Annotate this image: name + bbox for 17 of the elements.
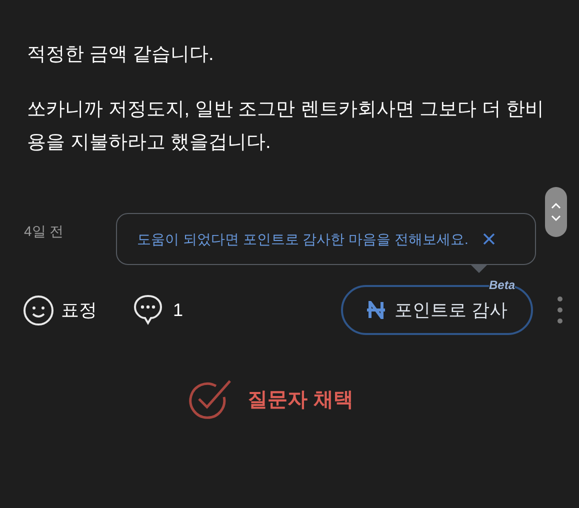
adopt-button[interactable]: 질문자 채택 <box>186 377 354 423</box>
timestamp: 4일 전 <box>24 222 65 241</box>
emotion-button[interactable]: 표정 <box>23 294 97 326</box>
scroll-button[interactable] <box>545 187 567 237</box>
close-icon <box>482 232 496 246</box>
smiley-icon <box>23 294 54 326</box>
answer-paragraph: 쏘카니까 저정도지, 일반 조그만 렌트카회사면 그보다 더 한비용을 지불하라고 했을겁니다. <box>27 98 546 155</box>
close-button[interactable] <box>482 232 496 246</box>
comment-icon <box>133 294 163 326</box>
beta-badge: Beta <box>488 279 515 291</box>
tooltip-text: 도움이 되었다면 포인트로 감사한 마음을 전해보세요. <box>137 230 468 248</box>
more-icon <box>557 296 563 324</box>
chevron-up-icon <box>551 203 561 209</box>
answer-paragraph: 적정한 금액 같습니다. <box>27 43 215 67</box>
comment-button[interactable]: 1 <box>133 294 184 326</box>
point-icon <box>366 301 386 319</box>
chevron-down-icon <box>551 215 561 221</box>
